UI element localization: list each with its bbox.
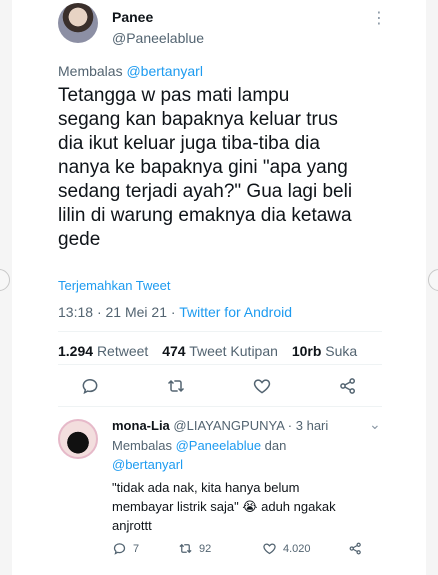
engagement-stats: 1.294 Retweet 474 Tweet Kutipan 10rb Suk… bbox=[58, 343, 367, 359]
reply-joiner: dan bbox=[261, 438, 287, 453]
reply-text-line: "tidak ada nak, kita hanya belum bbox=[112, 480, 300, 495]
tweet-time[interactable]: 13:18 bbox=[58, 304, 93, 320]
tweet-body: Tetangga w pas mati lampu segang kan bap… bbox=[58, 84, 388, 252]
tweet-text-line: sedang terjadi ayah?" Gua lagi beli bbox=[58, 181, 353, 202]
tweet-text-line: dia ikut keluar juga tiba-tiba dia bbox=[58, 133, 320, 154]
quote-label[interactable]: Tweet Kutipan bbox=[189, 343, 278, 359]
tweet-text-line: Tetangga w pas mati lampu bbox=[58, 85, 290, 106]
more-options-icon[interactable]: ⋮ bbox=[371, 8, 387, 28]
like-heart-icon bbox=[263, 543, 276, 555]
reply-share-button[interactable] bbox=[348, 541, 363, 556]
reply-body: "tidak ada nak, kita hanya belum membaya… bbox=[112, 478, 382, 535]
like-count[interactable]: 10rb bbox=[292, 343, 322, 359]
reply-time[interactable]: 3 hari bbox=[296, 418, 329, 433]
divider bbox=[58, 364, 382, 365]
like-label[interactable]: Suka bbox=[325, 343, 357, 359]
reply-retweet-count: 92 bbox=[199, 542, 212, 555]
reply-more-options-icon[interactable]: ⌄ bbox=[369, 416, 381, 433]
like-heart-icon[interactable] bbox=[252, 376, 274, 398]
retweet-icon bbox=[179, 543, 192, 554]
tweet-text-line: segang kan bapaknya keluar trus bbox=[58, 109, 338, 130]
reply-separator: · bbox=[287, 418, 293, 433]
tweet-text-line: lilin di warung emaknya dia ketawa bbox=[58, 205, 352, 226]
replying-to-prefix: Membalas bbox=[58, 63, 127, 79]
retweet-icon[interactable] bbox=[166, 376, 188, 398]
divider bbox=[58, 331, 382, 332]
replying-to: Membalas @bertanyarl bbox=[58, 63, 203, 79]
reply-text-line: anjrottt bbox=[112, 518, 152, 533]
reply-replying-to: Membalas @Paneelablue dan @bertanyarl bbox=[112, 436, 372, 474]
author-handle[interactable]: @Paneelablue bbox=[112, 30, 204, 46]
reply-like-count: 4.020 bbox=[283, 542, 311, 555]
tweet-text-line: nanya ke bapaknya gini "apa yang bbox=[58, 157, 348, 178]
meta-separator: · bbox=[96, 304, 102, 320]
translate-tweet-link[interactable]: Terjemahkan Tweet bbox=[58, 278, 171, 293]
reply-mention-1[interactable]: @Paneelablue bbox=[176, 438, 261, 453]
tweet-text-line: gede bbox=[58, 229, 101, 250]
reply-reply-button[interactable]: 7 bbox=[112, 541, 139, 556]
reply-retweet-button[interactable]: 92 bbox=[178, 541, 211, 556]
reply-replying-prefix: Membalas bbox=[112, 438, 176, 453]
reply-author-name[interactable]: mona-Lia bbox=[112, 418, 170, 433]
retweet-label[interactable]: Retweet bbox=[97, 343, 148, 359]
tweet-actions bbox=[58, 376, 376, 398]
reply-icon[interactable] bbox=[80, 376, 102, 398]
divider bbox=[58, 406, 382, 407]
author-display-name[interactable]: Panee bbox=[112, 9, 153, 25]
reply-header: mona-Lia @LIAYANGPUNYA · 3 hari bbox=[112, 418, 328, 433]
reply-actions: 7 92 4.020 bbox=[112, 541, 382, 559]
reply-mention-2[interactable]: @bertanyarl bbox=[112, 457, 183, 472]
quote-count[interactable]: 474 bbox=[162, 343, 185, 359]
share-icon bbox=[349, 542, 361, 555]
tweet-source[interactable]: Twitter for Android bbox=[179, 304, 292, 320]
reply-author-avatar[interactable] bbox=[58, 419, 98, 459]
tweet-meta: 13:18 · 21 Mei 21 · Twitter for Android bbox=[58, 304, 292, 320]
share-icon[interactable] bbox=[338, 376, 360, 398]
reply-icon bbox=[113, 543, 126, 555]
meta-separator: · bbox=[170, 304, 176, 320]
reply-author-handle[interactable]: @LIAYANGPUNYA bbox=[173, 418, 284, 433]
author-avatar[interactable] bbox=[58, 3, 98, 43]
reply-reply-count: 7 bbox=[133, 542, 140, 555]
reply-text-line: membayar listrik saja" 😭 aduh ngakak bbox=[112, 499, 336, 514]
replying-to-mention[interactable]: @bertanyarl bbox=[126, 63, 202, 79]
tweet-date[interactable]: 21 Mei 21 bbox=[106, 304, 167, 320]
reply-like-button[interactable]: 4.020 bbox=[262, 541, 311, 556]
tweet-card: Panee @Paneelablue ⋮ Membalas @bertanyar… bbox=[44, 0, 394, 575]
retweet-count[interactable]: 1.294 bbox=[58, 343, 93, 359]
